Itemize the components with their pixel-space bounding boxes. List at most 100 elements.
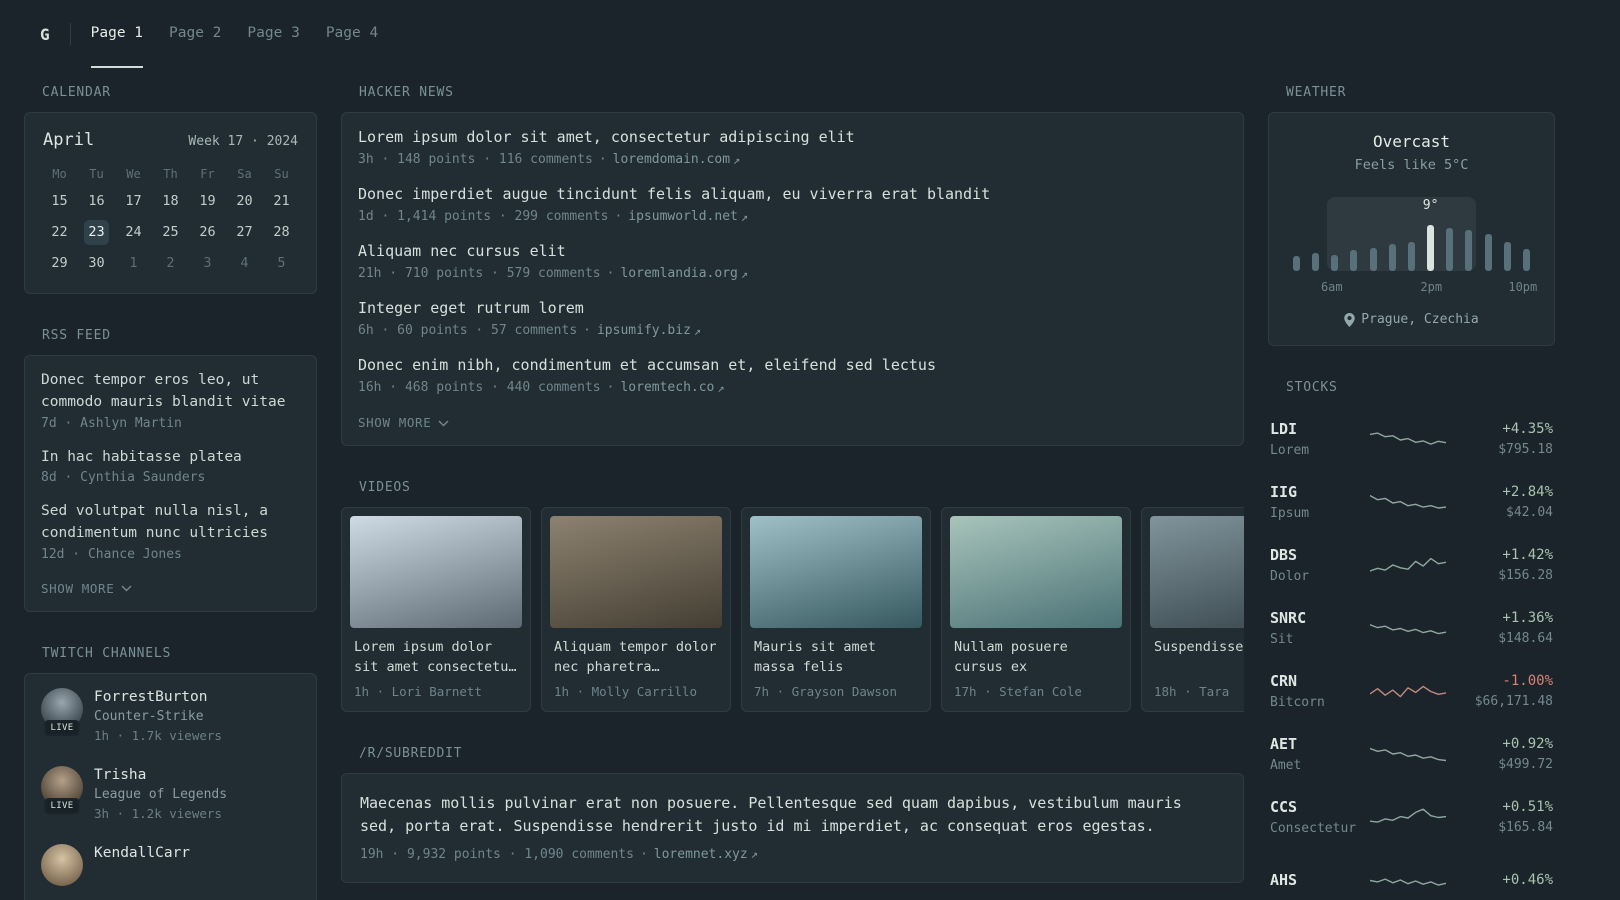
left-column: CALENDAR April Week 17 · 2024 Mo Tu We T… bbox=[24, 85, 317, 900]
stock-symbol[interactable]: AHS bbox=[1270, 871, 1362, 889]
time-label: 6am bbox=[1320, 280, 1343, 294]
video-title[interactable]: Lorem ipsum dolor sit amet consectetu… bbox=[354, 638, 518, 678]
hn-item: Integer eget rutrum lorem 6h · 60 points… bbox=[358, 298, 1227, 338]
weather-bar bbox=[1350, 250, 1358, 271]
hn-domain-link[interactable]: ipsumify.biz ↗ bbox=[597, 323, 701, 338]
calendar-day: 15 bbox=[51, 193, 68, 209]
tab-page-1[interactable]: Page 1 bbox=[90, 0, 144, 68]
hn-item-meta: 6h · 60 points · 57 comments · ipsumify.… bbox=[358, 323, 1227, 338]
stock-symbol[interactable]: CCS bbox=[1270, 798, 1362, 816]
stock-row[interactable]: SNRC Sit +1.36% $148.64 bbox=[1270, 596, 1553, 659]
stock-row[interactable]: CCS Consectetur +0.51% $165.84 bbox=[1270, 785, 1553, 848]
video-card[interactable]: Suspendisse diam 18h · Tara bbox=[1141, 507, 1244, 712]
stock-symbol[interactable]: DBS bbox=[1270, 546, 1362, 564]
video-card[interactable]: Mauris sit amet massa felis 7h · Grayson… bbox=[741, 507, 931, 712]
stock-name: Lorem bbox=[1270, 442, 1310, 458]
rss-item-meta: 12d · Chance Jones bbox=[41, 546, 182, 562]
hn-domain-link[interactable]: loremlandia.org ↗ bbox=[620, 266, 748, 281]
reddit-post-title[interactable]: Maecenas mollis pulvinar erat non posuer… bbox=[360, 792, 1225, 839]
stock-symbol[interactable]: AET bbox=[1270, 735, 1362, 753]
stock-symbol[interactable]: LDI bbox=[1270, 420, 1362, 438]
calendar-day: 18 bbox=[162, 193, 179, 209]
videos-row: Lorem ipsum dolor sit amet consectetu… 1… bbox=[341, 507, 1244, 712]
video-title[interactable]: Suspendisse diam bbox=[1154, 638, 1244, 678]
stock-sparkline bbox=[1369, 494, 1446, 509]
stock-symbol[interactable]: SNRC bbox=[1270, 609, 1362, 627]
stock-sparkline bbox=[1369, 685, 1446, 697]
video-thumbnail[interactable] bbox=[950, 516, 1122, 628]
channel-viewers: 3h · 1.2k viewers bbox=[94, 805, 222, 821]
rss-widget: RSS FEED Donec tempor eros leo, ut commo… bbox=[24, 328, 317, 612]
reddit-domain-link[interactable]: loremnet.xyz ↗ bbox=[654, 847, 758, 862]
hn-item-title[interactable]: Lorem ipsum dolor sit amet, consectetur … bbox=[358, 127, 1227, 148]
twitch-channel-row[interactable]: LIVE Trisha League of Legends 3h · 1.2k … bbox=[41, 765, 300, 821]
channel-name[interactable]: ForrestBurton bbox=[94, 689, 222, 705]
hn-item-title[interactable]: Integer eget rutrum lorem bbox=[358, 298, 1227, 319]
stock-row[interactable]: CRN Bitcorn -1.00% $66,171.48 bbox=[1270, 659, 1553, 722]
twitch-channel-row[interactable]: LIVE ForrestBurton Counter-Strike 1h · 1… bbox=[41, 687, 300, 743]
weather-widget-title: WEATHER bbox=[1286, 85, 1347, 100]
hn-domain-link[interactable]: loremdomain.com ↗ bbox=[613, 152, 741, 167]
stock-row[interactable]: AHS +0.46% bbox=[1270, 848, 1553, 900]
external-link-icon: ↗ bbox=[750, 847, 758, 861]
meta-separator: · bbox=[639, 846, 648, 862]
calendar-day-headers: Mo Tu We Th Fr Sa Su bbox=[41, 160, 300, 186]
video-thumbnail[interactable] bbox=[1150, 516, 1244, 628]
video-meta: 7h · Grayson Dawson bbox=[754, 684, 897, 699]
video-thumbnail[interactable] bbox=[350, 516, 522, 628]
app-logo[interactable]: G bbox=[40, 25, 50, 44]
weather-condition: Overcast bbox=[1372, 132, 1451, 151]
stock-price: $66,171.48 bbox=[1474, 693, 1553, 709]
stock-row[interactable]: LDI Lorem +4.35% $795.18 bbox=[1270, 407, 1553, 470]
calendar-day: 20 bbox=[236, 193, 253, 209]
stock-row[interactable]: IIG Ipsum +2.84% $42.04 bbox=[1270, 470, 1553, 533]
hn-show-more-button[interactable]: SHOW MORE bbox=[358, 412, 449, 431]
hn-domain-link[interactable]: ipsumworld.net ↗ bbox=[628, 209, 748, 224]
channel-avatar[interactable] bbox=[41, 843, 83, 886]
rss-show-more-button[interactable]: SHOW MORE bbox=[41, 578, 132, 597]
tab-page-3[interactable]: Page 3 bbox=[247, 0, 299, 68]
channel-name[interactable]: Trisha bbox=[94, 767, 227, 783]
rss-widget-title: RSS FEED bbox=[42, 328, 111, 343]
video-title[interactable]: Mauris sit amet massa felis bbox=[754, 638, 918, 678]
stock-row[interactable]: DBS Dolor +1.42% $156.28 bbox=[1270, 533, 1553, 596]
calendar-day: 25 bbox=[162, 224, 179, 240]
stock-symbol[interactable]: IIG bbox=[1270, 483, 1362, 501]
rss-item-title[interactable]: Sed volutpat nulla nisl, a condimentum n… bbox=[41, 501, 300, 545]
hn-item-title[interactable]: Donec enim nibh, condimentum et accumsan… bbox=[358, 355, 1227, 376]
tab-page-4[interactable]: Page 4 bbox=[326, 0, 378, 68]
stock-sparkline bbox=[1369, 623, 1446, 634]
weather-location-text: Prague, Czechia bbox=[1361, 312, 1479, 327]
video-thumbnail[interactable] bbox=[750, 516, 922, 628]
twitch-widget-title: TWITCH CHANNELS bbox=[42, 645, 172, 661]
calendar-widget-title: CALENDAR bbox=[42, 85, 111, 100]
weather-bar bbox=[1484, 234, 1492, 271]
rss-show-more-label: SHOW MORE bbox=[41, 580, 115, 596]
stock-change: +2.84% bbox=[1502, 483, 1553, 500]
video-card[interactable]: Nullam posuere cursus ex 17h · Stefan Co… bbox=[941, 507, 1131, 712]
weather-feels-like: Feels like 5°C bbox=[1354, 157, 1469, 173]
channel-name[interactable]: KendallCarr bbox=[94, 845, 190, 861]
video-card[interactable]: Lorem ipsum dolor sit amet consectetu… 1… bbox=[341, 507, 531, 712]
calendar-day: 16 bbox=[88, 193, 105, 209]
stock-symbol[interactable]: CRN bbox=[1270, 672, 1362, 690]
hn-domain: loremtech.co bbox=[620, 380, 715, 395]
video-card[interactable]: Aliquam tempor dolor nec pharetra… 1h · … bbox=[541, 507, 731, 712]
tab-page-2[interactable]: Page 2 bbox=[169, 0, 221, 68]
rss-item-title[interactable]: Donec tempor eros leo, ut commodo mauris… bbox=[41, 370, 300, 414]
hn-item-title[interactable]: Aliquam nec cursus elit bbox=[358, 241, 1227, 262]
video-thumbnail[interactable] bbox=[550, 516, 722, 628]
calendar-day-selected: 23 bbox=[84, 220, 109, 245]
stock-sparkline bbox=[1369, 557, 1446, 572]
stock-row[interactable]: AET Amet +0.92% $499.72 bbox=[1270, 722, 1553, 785]
hn-domain-link[interactable]: loremtech.co ↗ bbox=[620, 380, 724, 395]
weather-bar bbox=[1388, 244, 1396, 271]
calendar-day-next-month: 4 bbox=[240, 255, 249, 271]
hn-item-title[interactable]: Donec imperdiet augue tincidunt felis al… bbox=[358, 184, 1227, 205]
video-title[interactable]: Aliquam tempor dolor nec pharetra… bbox=[554, 638, 718, 678]
twitch-channel-row[interactable]: KendallCarr bbox=[41, 843, 300, 886]
calendar-day: 22 bbox=[51, 224, 68, 240]
rss-item-title[interactable]: In hac habitasse platea bbox=[41, 447, 300, 469]
video-title[interactable]: Nullam posuere cursus ex bbox=[954, 638, 1118, 678]
calendar-dow: Th bbox=[163, 167, 178, 181]
